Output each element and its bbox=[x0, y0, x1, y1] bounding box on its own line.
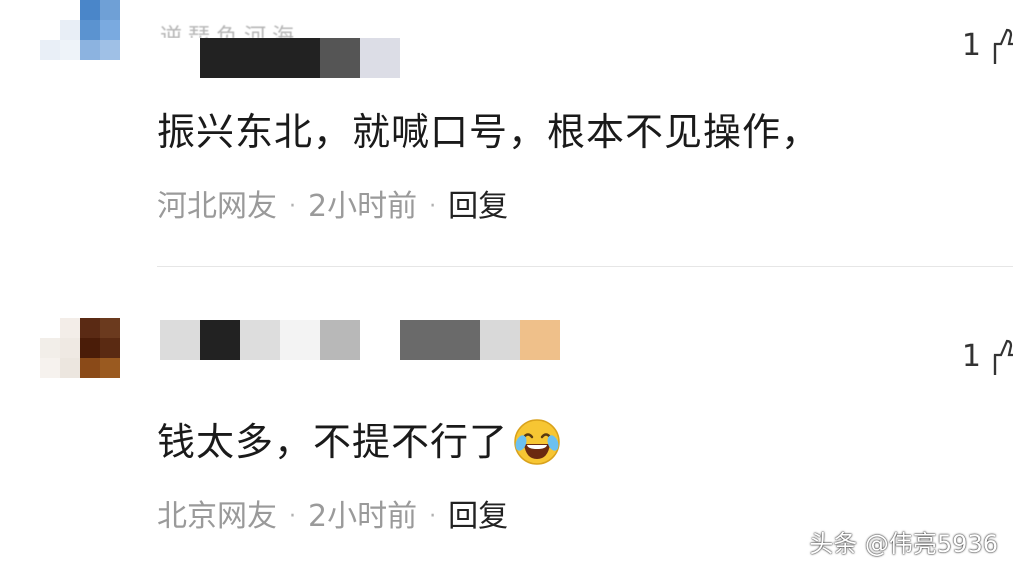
like-count: 1 bbox=[961, 28, 981, 63]
username-mosaic-block bbox=[280, 320, 320, 360]
avatar-pixel bbox=[80, 40, 100, 60]
username-mosaic-block bbox=[240, 38, 280, 78]
avatar-pixel bbox=[40, 0, 60, 20]
avatar-pixel bbox=[40, 378, 60, 398]
comment-text: 钱太多，不提不行了 bbox=[157, 420, 509, 464]
username-mosaic[interactable] bbox=[160, 38, 440, 78]
comment-text-row: 钱太多，不提不行了 bbox=[157, 417, 562, 467]
avatar-pixel bbox=[60, 338, 80, 358]
avatar-pixel bbox=[100, 338, 120, 358]
avatar-pixel bbox=[40, 318, 60, 338]
meta-separator: · bbox=[429, 504, 437, 529]
avatar-pixel bbox=[100, 318, 120, 338]
avatar-pixel bbox=[100, 358, 120, 378]
username-mosaic-block bbox=[160, 320, 200, 360]
user-avatar[interactable] bbox=[40, 318, 120, 398]
username-mosaic-block bbox=[480, 320, 520, 360]
comment-text: 振兴东北，就喊口号，根本不见操作， bbox=[157, 110, 821, 154]
username-mosaic-block bbox=[280, 38, 320, 78]
avatar-pixel bbox=[60, 358, 80, 378]
like-button[interactable]: 1 bbox=[962, 337, 1013, 377]
username-mosaic-block bbox=[440, 320, 480, 360]
avatar-pixel bbox=[100, 378, 120, 398]
username-mosaic-block bbox=[360, 38, 400, 78]
comment-divider bbox=[157, 266, 1013, 267]
avatar-pixel bbox=[80, 318, 100, 338]
avatar-pixel bbox=[40, 338, 60, 358]
username-mosaic-block bbox=[320, 320, 360, 360]
avatar-pixel bbox=[60, 378, 80, 398]
avatar-pixel bbox=[80, 20, 100, 40]
avatar-pixel bbox=[40, 20, 60, 40]
reply-button[interactable]: 回复 bbox=[448, 497, 508, 537]
thumbs-up-icon bbox=[993, 28, 1013, 64]
avatar-pixel bbox=[40, 358, 60, 378]
avatar-pixel bbox=[100, 0, 120, 20]
commenter-region: 北京网友 bbox=[157, 499, 277, 534]
comment-time: 2小时前 bbox=[308, 499, 418, 534]
commenter-region: 河北网友 bbox=[157, 189, 277, 224]
comment-list: 逆琵负河海 1 振兴东北，就喊口号，根本不见操作， 河北网友 · 2小时前 · … bbox=[0, 0, 1013, 575]
username-mosaic[interactable] bbox=[160, 320, 560, 360]
avatar-pixel bbox=[100, 20, 120, 40]
avatar-pixel bbox=[100, 60, 120, 80]
avatar-pixel bbox=[60, 318, 80, 338]
avatar-pixel bbox=[40, 60, 60, 80]
avatar-pixel bbox=[60, 0, 80, 20]
avatar-pixel bbox=[80, 60, 100, 80]
avatar-pixel bbox=[60, 20, 80, 40]
comment-meta: 北京网友 · 2小时前 · 回复 bbox=[157, 497, 508, 537]
avatar-pixel bbox=[60, 40, 80, 60]
meta-separator: · bbox=[289, 504, 296, 529]
laughing-tears-emoji-icon bbox=[514, 419, 560, 465]
avatar-pixel bbox=[80, 358, 100, 378]
user-avatar[interactable] bbox=[40, 0, 120, 80]
reply-button[interactable]: 回复 bbox=[448, 187, 508, 227]
avatar-pixel bbox=[60, 60, 80, 80]
avatar-pixel bbox=[100, 40, 120, 60]
watermark: 头条 @伟亮5936 bbox=[809, 530, 998, 558]
like-button[interactable]: 1 bbox=[962, 26, 1013, 66]
username-mosaic-block bbox=[200, 38, 240, 78]
username-mosaic-block bbox=[360, 320, 400, 360]
like-count: 1 bbox=[961, 339, 981, 374]
meta-separator: · bbox=[289, 194, 296, 219]
username-mosaic-block bbox=[200, 320, 240, 360]
avatar-pixel bbox=[80, 338, 100, 358]
username-mosaic-block bbox=[320, 38, 360, 78]
avatar-pixel bbox=[40, 40, 60, 60]
username-mosaic-block bbox=[240, 320, 280, 360]
username-mosaic-block bbox=[520, 320, 560, 360]
username-partial: 逆琵负河海 bbox=[160, 25, 301, 38]
comment-meta: 河北网友 · 2小时前 · 回复 bbox=[157, 187, 508, 227]
username-mosaic-block bbox=[400, 320, 440, 360]
thumbs-up-icon bbox=[993, 339, 1013, 375]
username-mosaic-block bbox=[400, 38, 440, 78]
avatar-pixel bbox=[80, 378, 100, 398]
avatar-pixel bbox=[80, 0, 100, 20]
meta-separator: · bbox=[429, 194, 437, 219]
comment-time: 2小时前 bbox=[308, 189, 418, 224]
username-mosaic-block bbox=[160, 38, 200, 78]
